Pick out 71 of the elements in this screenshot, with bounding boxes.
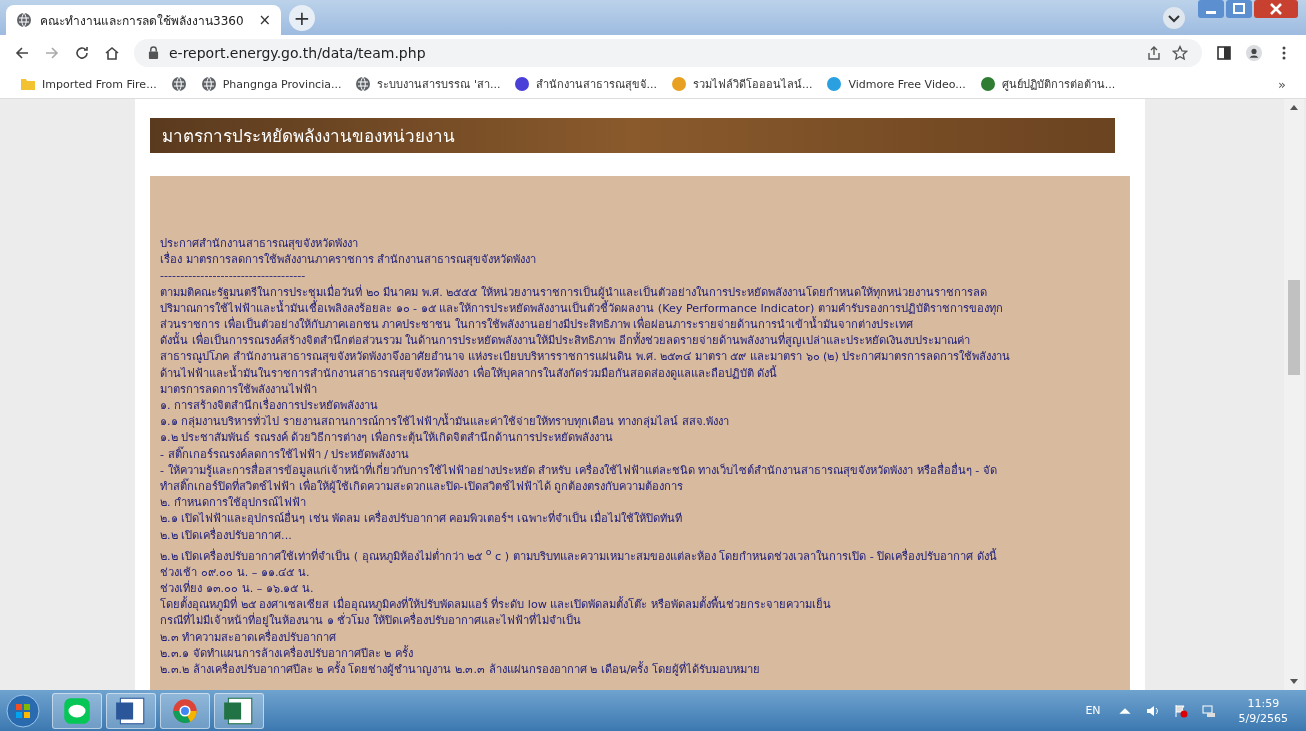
text-line: ตามมติคณะรัฐมนตรีในการประชุมเมื่อวันที่ ๒๐ มีนาคม พ.ศ. ๒๕๕๕ ให้หน่วยงานราชการเป็นผู้นำและเป็นตัวอย่างในการประหยัดพลังงานโดยกำหนดให้ทุกหน่วยงานราชการลด <box>160 284 988 299</box>
address-field[interactable]: e-report.energy.go.th/data/team.php <box>134 38 1202 67</box>
text-line: ๒. กำหนดการใช้อุปกรณ์ไฟฟ้า <box>160 495 308 511</box>
bookmark-item[interactable]: รวมไฟล์วิดีโอออนไลน์... <box>670 75 813 93</box>
scroll-thumb[interactable] <box>1288 280 1300 375</box>
maximize-button[interactable] <box>1226 0 1252 18</box>
start-button[interactable] <box>6 693 40 728</box>
clock[interactable]: 11:59 5/9/2565 <box>1238 695 1288 726</box>
text-line: ประกาศสำนักงานสาธารณสุขจังหวัดพังงา <box>160 236 359 251</box>
close-tab-button[interactable]: × <box>258 11 271 29</box>
new-tab-button[interactable]: + <box>289 4 315 31</box>
folder-icon <box>20 76 36 92</box>
text-line: ดังนั้น เพื่อเป็นการรณรงค์สร้างจิตสำนึกต่อส่วนรวม ในด้านการประหยัดพลังงานให้มีประสิทธิภาพ อีกทั้งช่วยลดรายจ่ายด้านพลังงานที่สูญเปล่าและประหยัดเงินงบประมาณค่า <box>160 333 971 350</box>
speaker-icon[interactable] <box>1145 703 1160 718</box>
text-line: ปริมาณการใช้ไฟฟ้าและน้ำมันเชื้อเพลิงลงร้อยละ ๑๐ - ๑๕ และให้การประหยัดพลังงานเป็นตัวชี้วัดผลงาน (Key Performance Indicator) ตามคำรับรองการปฏิบัติราชการของทุก <box>160 300 1130 317</box>
text-line: ช่วงเช้า ๐๙.๐๐ น. – ๑๑.๔๕ น. <box>160 564 311 580</box>
tab-title: คณะทำงานและการลดใช้พลังงาน3360 <box>40 12 245 30</box>
scrollbar[interactable] <box>1284 99 1304 690</box>
globe-icon <box>170 76 187 92</box>
bookmark-item[interactable] <box>170 76 187 92</box>
minimize-button[interactable] <box>1198 0 1224 18</box>
globe-icon <box>16 12 32 28</box>
text-line: ๒.๓.๒ ล้างเครื่องปรับอากาศปีละ ๒ ครั้ง โดยช่างผู้ชำนาญงาน ๒.๓.๓ ล้างแผ่นกรองอากาศ ๒ เดือน/ครั้ง โดยผู้ที่ได้รับมอบหมาย <box>160 662 761 678</box>
text-line: ๒.๒ เปิดเครื่องปรับอากาศ... <box>160 527 293 544</box>
back-icon[interactable] <box>14 44 30 61</box>
section-heading: มาตรการประหยัดพลังงานของหน่วยงาน <box>150 118 1115 153</box>
bookmark-item[interactable]: Vidmore Free Video... <box>826 76 966 92</box>
profile-icon[interactable] <box>1246 44 1262 61</box>
text-line: - ให้ความรู้และการสื่อสารข้อมูลแก่เจ้าหน้าที่เกี่ยวกับการใช้ไฟฟ้าอย่างประหยัด สำหรับ เครื่องใช้ไฟฟ้าแต่ละชนิด ทางเว็บไซต์สำนักงานสาธารณสุขจังหวัดพังงา หรือสื่ออื่นๆ - จัด <box>160 462 998 478</box>
reload-icon[interactable] <box>74 44 90 61</box>
text-line: ๑. การสร้างจิตสำนึกเรื่องการประหยัดพลังงาน <box>160 398 380 413</box>
bookmark-item[interactable]: สำนักงานสาธารณสุขจั... <box>514 75 657 93</box>
network-icon[interactable] <box>1201 703 1216 718</box>
globe-icon <box>355 76 372 92</box>
text-line: - สติ๊กเกอร์รณรงค์ลดการใช้ไฟฟ้า / ประหยัดพลังงาน <box>160 446 411 462</box>
scroll-up-icon[interactable] <box>1290 105 1298 110</box>
text-line: เรื่อง มาตรการลดการใช้พลังงานภาคราชการ สำนักงานสาธารณสุขจังหวัดพังงา <box>160 252 538 269</box>
share-icon[interactable] <box>1146 44 1162 61</box>
star-icon[interactable] <box>1172 44 1188 61</box>
text-line: ๒.๑ เปิดไฟฟ้าและอุปกรณ์อื่นๆ เช่น พัดลม เครื่องปรับอากาศ คอมพิวเตอร์ฯ เฉพาะที่จำเป็น เมื่อไม่ใช้ให้ปิดทันที <box>160 511 684 527</box>
text-line: ๑.๑ กลุ่มงานบริหารทั่วไป รายงานสถานการณ์การใช้ไฟฟ้า/น้ำมันและค่าใช้จ่ายให้ทราบทุกเดือน ทางกลุ่มไลน์ สสจ.พังงา <box>160 414 731 430</box>
text-line: ส่วนราชการ เพื่อเป็นตัวอย่างให้กับภาคเอกชน ภาคประชาชน ในการใช้พลังงานอย่างมีประสิทธิภาพ เพื่อผ่อนภาระรายจ่ายด้านการนำเข้าน้ำมันจากต่างประเทศ <box>160 317 915 332</box>
text-line: ------------------------------------ <box>160 268 307 284</box>
globe-icon <box>200 76 217 92</box>
tab-search-button[interactable] <box>1162 5 1186 30</box>
text-line: โดยตั้งอุณหภูมิที่ ๒๕ องศาเซลเซียส เมื่ออุณหภูมิคงที่ให้ปรับพัดลมแอร์ ที่ระดับ low และเปิดพัดลมตั้งโต๊ะ หรือพัดลมตั้งพื้นช่วยกระจายความเย็น <box>160 597 832 613</box>
more-bookmarks-button[interactable]: » <box>1278 76 1286 92</box>
text-line: ๑.๒ ประชาสัมพันธ์ รณรงค์ ด้วยวิธีการต่างๆ เพื่อกระตุ้นให้เกิดจิตสำนึกด้านการประหยัดพลังงาน <box>160 430 613 446</box>
bookmark-item[interactable]: Imported From Fire... <box>20 76 157 92</box>
browser-app-icon[interactable] <box>160 692 210 729</box>
document-app-icon[interactable] <box>106 692 156 729</box>
bookmark-item[interactable]: ระบบงานสารบรรณ 'สา... <box>355 75 501 93</box>
scroll-down-icon[interactable] <box>1290 679 1298 684</box>
bookmark-item[interactable]: ศูนย์ปฏิบัติการต่อต้าน... <box>979 75 1116 93</box>
side-panel-icon[interactable] <box>1216 44 1232 61</box>
text-line: ช่วงเที่ยง ๑๓.๐๐ น. – ๑๖.๑๕ น. <box>160 581 315 596</box>
home-icon[interactable] <box>104 44 120 61</box>
browser-tab[interactable]: คณะทำงานและการลดใช้พลังงาน3360 × <box>6 5 281 35</box>
lock-icon <box>148 46 159 59</box>
text-line: ด้านไฟฟ้าและน้ำมันในราชการสำนักงานสาธารณสุขจังหวัดพังงา เพื่อให้บุคลากรในสังกัดร่วมมือกันสอดส่องดูแลและถือปฏิบัติ ดังนี้ <box>160 365 779 382</box>
text-line: สาธารณูปโภค สำนักงานสาธารณสุขจังหวัดพังงาจึงอาศัยอำนาจ แห่งระเบียบบริหารราชการแผ่นดิน พ.ศ. ๒๕๓๔ มาตรา ๕๙ และมาตรา ๖๐ (๒) ประกาศมาตรการลดการใช้พลังงาน <box>160 349 1012 365</box>
text-line: มาตรการลดการใช้พลังงานไฟฟ้า <box>160 381 318 397</box>
close-button[interactable] <box>1254 0 1298 18</box>
bookmark-item[interactable]: Phangnga Provincia... <box>200 76 342 92</box>
flag-icon[interactable] <box>1173 703 1188 718</box>
text-line: กรณีที่ไม่มีเจ้าหน้าที่อยู่ในห้องนาน ๑ ชั่วโมง ให้ปิดเครื่องปรับอากาศและไฟฟ้าที่ไม่จำเป็น <box>160 613 582 629</box>
text-line: ๒.๓ ทำความสะอาดเครื่องปรับอากาศ <box>160 629 338 645</box>
spreadsheet-app-icon[interactable] <box>214 692 264 729</box>
text-line: ๒.๒ เปิดเครื่องปรับอากาศใช้เท่าที่จำเป็น ( อุณหภูมิห้องไม่ต่ำกว่า ๒๕ $^{o}$ c ) ตามบริบทและความเหมาะสมของแต่ละห้อง โดยกำหนดช่วงเวลาในการเปิด - ปิดเครื่องปรับอากาศ ดังนี้ <box>160 544 998 565</box>
text-line: ทำสติ๊กเกอร์ปิดที่สวิตช์ไฟฟ้า เพื่อให้ผู้ใช้เกิดความสะดวกและปิด-เปิดสวิตช์ไฟฟ้าได้ ถูกต้องตรงกับความต้องการ <box>160 479 685 496</box>
text-line: ๒.๓.๑ จัดทำแผนการล้างเครื่องปรับอากาศปีละ ๒ ครั้ง <box>160 645 414 661</box>
